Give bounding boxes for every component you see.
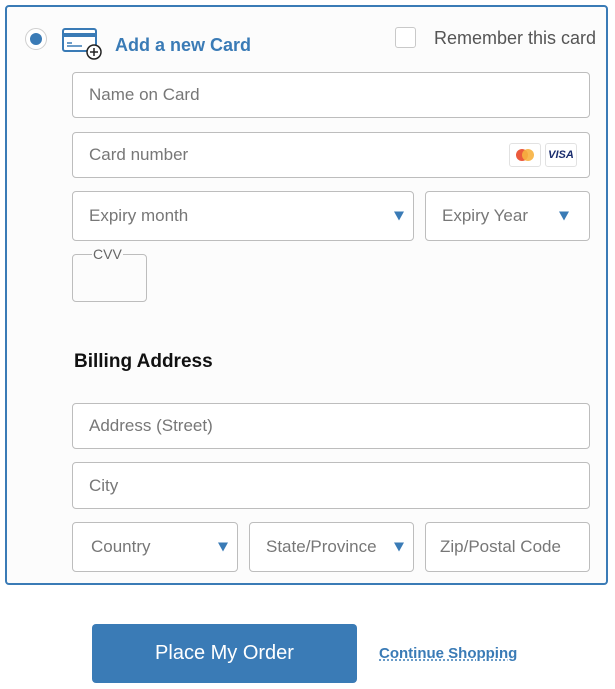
expiry-year-select[interactable]: Expiry Year <box>425 191 590 241</box>
cvv-field[interactable]: CVV <box>72 246 147 302</box>
expiry-year-value: Expiry Year <box>442 206 528 225</box>
street-field[interactable] <box>72 403 590 449</box>
zip-input[interactable] <box>426 523 589 571</box>
mastercard-icon <box>509 143 541 167</box>
remember-card-checkbox[interactable] <box>395 27 416 48</box>
cvv-label: CVV <box>92 246 123 262</box>
country-value: Country <box>91 537 151 556</box>
chevron-down-icon <box>394 542 404 552</box>
continue-shopping-link[interactable]: Continue Shopping <box>379 645 517 662</box>
expiry-month-value: Expiry month <box>89 206 189 225</box>
city-field[interactable] <box>72 462 590 509</box>
chevron-down-icon <box>394 211 404 221</box>
name-on-card-input[interactable] <box>73 73 589 117</box>
add-card-icon <box>62 28 102 60</box>
remember-card-label[interactable]: Remember this card <box>434 28 596 49</box>
name-on-card-field[interactable] <box>72 72 590 118</box>
street-input[interactable] <box>73 404 589 448</box>
expiry-month-select[interactable]: Expiry month <box>72 191 414 241</box>
billing-address-heading: Billing Address <box>74 351 213 372</box>
state-value: State/Province <box>266 537 377 556</box>
card-number-field[interactable]: VISA <box>72 132 590 178</box>
state-select[interactable]: State/Province <box>249 522 414 572</box>
zip-field[interactable] <box>425 522 590 572</box>
country-select[interactable]: Country <box>72 522 238 572</box>
place-order-button[interactable]: Place My Order <box>92 624 357 683</box>
chevron-down-icon <box>559 211 569 221</box>
city-input[interactable] <box>73 463 589 508</box>
chevron-down-icon <box>218 542 228 552</box>
visa-icon: VISA <box>545 143 577 167</box>
add-card-title: Add a new Card <box>115 35 252 55</box>
add-card-radio[interactable] <box>25 28 47 50</box>
payment-panel: Add a new Card Remember this card VISA E… <box>5 5 608 585</box>
